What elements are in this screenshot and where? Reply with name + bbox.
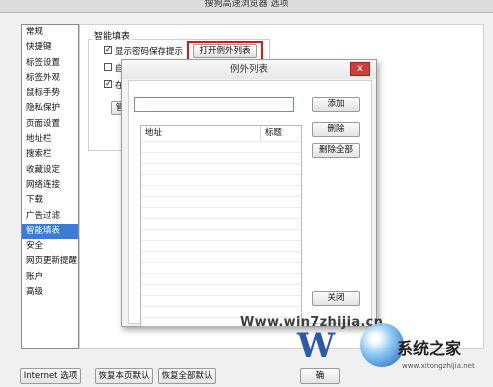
dialog-close-button[interactable]: 关闭: [312, 291, 360, 306]
sidebar-item-security[interactable]: 安全: [22, 239, 78, 254]
restore-page-default-button[interactable]: 恢复本页默认: [95, 368, 153, 384]
add-button[interactable]: 添加: [312, 97, 360, 112]
watermark-logo-letter: W: [297, 326, 335, 366]
sidebar-item-shortcuts[interactable]: 快捷键: [22, 40, 78, 55]
dialog-close-icon[interactable]: x: [350, 62, 370, 76]
sidebar-item-privacy[interactable]: 隐私保护: [22, 101, 78, 116]
watermark-logo: W 系统之家 www.xitongzhijia.net: [297, 318, 493, 387]
dialog-title: 例外列表: [122, 60, 376, 79]
window-title: 搜狗高速浏览器 选项: [204, 0, 289, 9]
delete-button[interactable]: 删除: [312, 122, 360, 137]
group-title: 智能填表: [92, 29, 133, 42]
show-password-prompt-checkbox[interactable]: ✓: [104, 46, 112, 54]
url-input[interactable]: [134, 97, 294, 112]
exception-listview[interactable]: 地址 标题: [140, 125, 302, 327]
option3-checkbox[interactable]: ✓: [104, 80, 112, 88]
watermark-url: www.xitongzhijia.net: [402, 362, 475, 370]
settings-category-list[interactable]: 常规 快捷键 标签设置 标签外观 鼠标手势 隐私保护 页面设置 地址栏 搜索栏 …: [21, 24, 79, 349]
restore-all-default-button[interactable]: 恢复全部默认: [158, 368, 216, 384]
sidebar-item-page-settings[interactable]: 页面设置: [22, 117, 78, 132]
autofill-checkbox[interactable]: [104, 63, 112, 71]
sidebar-item-page-update[interactable]: 网页更新提醒: [22, 254, 78, 269]
sidebar-item-general[interactable]: 常规: [22, 25, 78, 40]
sidebar-item-advanced[interactable]: 高级: [22, 285, 78, 300]
delete-all-button[interactable]: 删除全部: [312, 143, 360, 158]
column-header-title[interactable]: 标题: [261, 126, 301, 141]
window-titlebar: 搜狗高速浏览器 选项: [0, 0, 493, 13]
column-header-address[interactable]: 地址: [141, 126, 261, 141]
internet-options-button[interactable]: Internet 选项: [20, 368, 81, 384]
sidebar-item-account[interactable]: 账户: [22, 270, 78, 285]
sidebar-item-download[interactable]: 下载: [22, 193, 78, 208]
sidebar-item-tab-appearance[interactable]: 标签外观: [22, 71, 78, 86]
show-password-prompt-label: 显示密码保存提示: [115, 47, 184, 57]
sidebar-item-tab-settings[interactable]: 标签设置: [22, 56, 78, 71]
watermark-brand: 系统之家: [397, 339, 462, 358]
sidebar-item-ad-filter[interactable]: 广告过滤: [22, 209, 78, 224]
exception-list-dialog: 例外列表 x 添加 删除 删除全部 关闭 地址 标题: [121, 59, 377, 327]
sidebar-item-favorites[interactable]: 收藏设定: [22, 163, 78, 178]
sidebar-item-mouse-gestures[interactable]: 鼠标手势: [22, 86, 78, 101]
highlight-box: [187, 41, 263, 61]
sidebar-item-smart-fill[interactable]: 智能填表: [22, 223, 78, 240]
sidebar-item-search-bar[interactable]: 搜索栏: [22, 147, 78, 162]
sidebar-item-address-bar[interactable]: 地址栏: [22, 132, 78, 147]
sidebar-item-network[interactable]: 网络连接: [22, 178, 78, 193]
